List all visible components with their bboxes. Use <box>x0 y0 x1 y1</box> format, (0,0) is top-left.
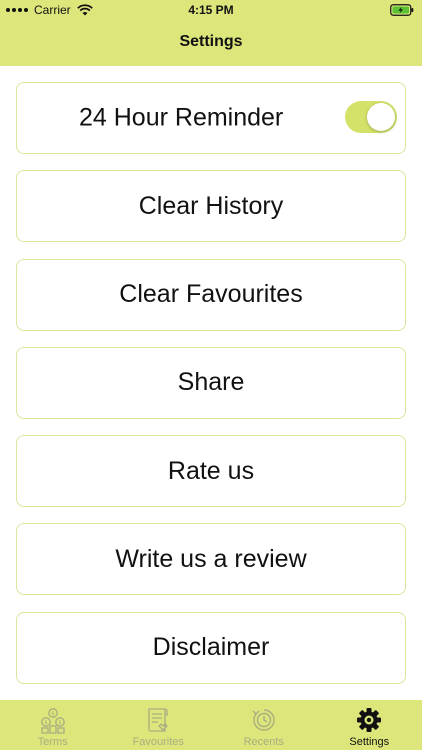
navigation-header: Carrier 4:15 PM Settings <box>0 0 422 66</box>
share-button[interactable]: Share <box>16 346 406 419</box>
tab-label-favourites: Favourites <box>132 736 184 748</box>
tab-favourites[interactable]: Favourites <box>106 700 212 750</box>
reminder-setting-row: 24 Hour Reminder <box>16 82 406 154</box>
tab-terms[interactable]: $ $ $ Terms <box>0 700 106 750</box>
favourites-icon <box>148 708 169 732</box>
svg-text:$: $ <box>44 720 47 726</box>
rate-us-button[interactable]: Rate us <box>16 435 406 508</box>
clear-favourites-button[interactable]: Clear Favourites <box>16 258 406 331</box>
terms-icon: $ $ $ <box>40 708 65 734</box>
toggle-knob <box>367 103 395 131</box>
reminder-toggle[interactable] <box>345 101 397 133</box>
svg-text:$: $ <box>51 711 54 717</box>
battery-charging-icon <box>390 4 414 16</box>
tab-bar: $ $ $ Terms Favourites Recents Settings <box>0 700 422 750</box>
reminder-label: 24 Hour Reminder <box>79 103 284 132</box>
write-review-button[interactable]: Write us a review <box>16 523 406 596</box>
gear-icon <box>357 708 382 732</box>
tab-recents[interactable]: Recents <box>211 700 317 750</box>
tab-label-terms: Terms <box>37 736 68 748</box>
tab-settings[interactable]: Settings <box>317 700 422 750</box>
recents-icon <box>252 709 275 731</box>
tab-label-settings: Settings <box>349 736 390 748</box>
svg-text:$: $ <box>58 720 61 726</box>
tab-label-recents: Recents <box>243 736 284 748</box>
settings-list: 24 Hour Reminder Clear History Clear Fav… <box>16 82 406 700</box>
page-title: Settings <box>179 33 243 50</box>
status-time: 4:15 PM <box>188 3 234 17</box>
status-bar: Carrier 4:15 PM <box>0 0 422 22</box>
clear-history-button[interactable]: Clear History <box>16 170 406 243</box>
disclaimer-button[interactable]: Disclaimer <box>16 611 406 684</box>
